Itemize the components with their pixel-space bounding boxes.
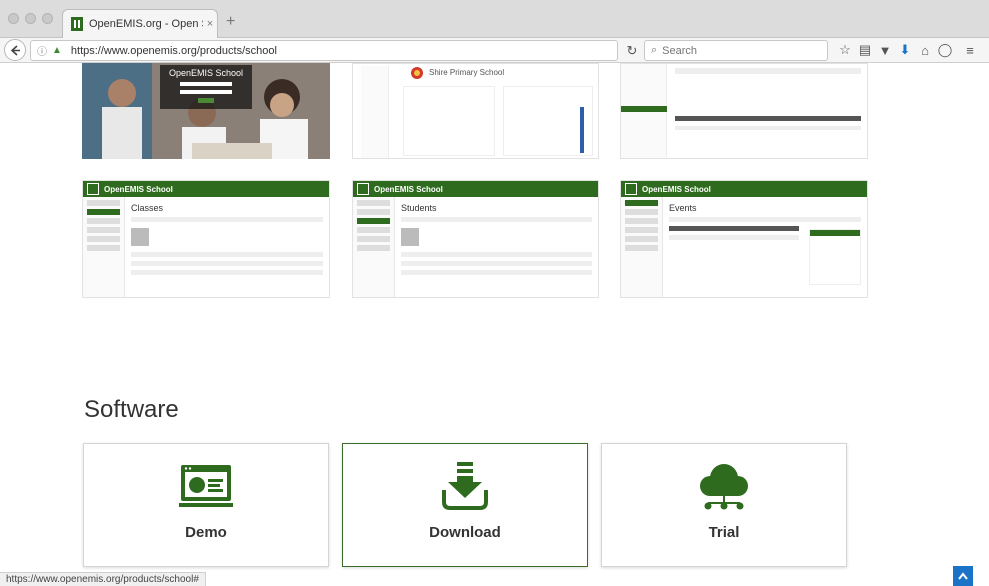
address-bar[interactable]: ⓘ ▲ https://www.openemis.org/products/sc…	[30, 40, 618, 61]
students-sidebar	[353, 197, 395, 297]
login-username-field	[180, 82, 232, 86]
download-label: Download	[429, 524, 501, 541]
chevron-up-icon	[958, 572, 968, 580]
openemis-logo-icon	[625, 183, 637, 195]
window-zoom-button[interactable]	[42, 13, 53, 24]
profile-chart-bar	[580, 107, 584, 153]
back-button[interactable]	[4, 39, 26, 61]
events-screenshot[interactable]: OpenEMIS School Events	[620, 180, 868, 298]
browser-navbar: ⓘ ▲ https://www.openemis.org/products/sc…	[0, 38, 989, 63]
classes-screenshot[interactable]: OpenEMIS School Classes	[82, 180, 330, 298]
students-header: OpenEMIS School	[353, 181, 598, 197]
profile-chart-panel	[503, 86, 593, 156]
login-password-field	[180, 90, 232, 94]
reading-list-icon[interactable]: ▤	[857, 42, 873, 58]
settings-screenshot[interactable]	[620, 63, 868, 159]
tab-close-icon[interactable]: ×	[203, 18, 217, 30]
profile-school-name: Shire Primary School	[429, 68, 505, 77]
demo-label: Demo	[185, 524, 227, 541]
download-card[interactable]: Download	[342, 443, 588, 567]
browser-titlebar: OpenEMIS.org - Open Sour... × +	[0, 0, 989, 38]
students-title: Students	[401, 203, 437, 213]
students-screenshot[interactable]: OpenEMIS School Students	[352, 180, 599, 298]
students-brand: OpenEMIS School	[374, 184, 443, 194]
student-avatar-icon	[401, 228, 419, 246]
search-bar[interactable]: ⌕	[644, 40, 828, 61]
events-sidebar	[621, 197, 663, 297]
students-body: Students	[401, 203, 592, 291]
downloads-icon[interactable]: ⬇	[897, 42, 913, 58]
openemis-logo-icon	[357, 183, 369, 195]
lock-icon[interactable]: ▲	[52, 45, 62, 56]
login-screenshot[interactable]: OpenEMIS School	[82, 63, 330, 159]
monitor-icon	[179, 465, 233, 507]
classes-title: Classes	[131, 203, 164, 213]
settings-sidebar	[621, 64, 667, 158]
download-icon	[442, 462, 488, 510]
openemis-favicon-icon	[71, 17, 83, 31]
window-minimize-button[interactable]	[25, 13, 36, 24]
events-brand: OpenEMIS School	[642, 184, 711, 194]
sync-icon[interactable]: ◯	[937, 42, 953, 58]
classes-brand: OpenEMIS School	[104, 184, 173, 194]
events-header: OpenEMIS School	[621, 181, 867, 197]
login-overlay-title: OpenEMIS School	[168, 68, 244, 78]
back-arrow-icon	[10, 44, 20, 56]
openemis-logo-icon	[87, 183, 99, 195]
login-overlay: OpenEMIS School	[160, 65, 252, 109]
pocket-icon[interactable]: ▼	[877, 42, 893, 58]
search-input[interactable]	[662, 44, 813, 57]
status-bar: https://www.openemis.org/products/school…	[0, 572, 206, 586]
new-tab-button[interactable]: +	[226, 13, 235, 31]
login-button	[198, 98, 214, 103]
window-close-button[interactable]	[8, 13, 19, 24]
home-icon[interactable]: ⌂	[917, 42, 933, 58]
search-icon: ⌕	[651, 44, 658, 56]
profile-screenshot[interactable]: Shire Primary School	[352, 63, 599, 159]
events-calendar	[809, 229, 861, 285]
profile-info-table	[403, 86, 495, 156]
demo-card[interactable]: Demo	[83, 443, 329, 567]
events-title: Events	[669, 203, 697, 213]
tab-title: OpenEMIS.org - Open Sour...	[89, 18, 203, 30]
trial-card[interactable]: Trial	[601, 443, 847, 567]
info-icon[interactable]: ⓘ	[37, 43, 47, 58]
classes-header: OpenEMIS School	[83, 181, 329, 197]
events-body: Events	[669, 203, 861, 291]
profile-sidebar	[361, 66, 389, 158]
menu-icon[interactable]: ≡	[962, 42, 978, 58]
classes-sidebar	[83, 197, 125, 297]
school-crest-icon	[411, 67, 423, 79]
scroll-to-top-button[interactable]	[953, 566, 973, 586]
bookmark-star-icon[interactable]: ☆	[837, 42, 853, 58]
browser-tab[interactable]: OpenEMIS.org - Open Sour... ×	[62, 9, 218, 38]
reload-icon[interactable]: ↻	[621, 40, 643, 61]
classes-body: Classes	[131, 203, 323, 291]
url-text: https://www.openemis.org/products/school	[70, 44, 277, 57]
classes-placeholder-icon	[131, 228, 149, 246]
software-section-title: Software	[84, 396, 179, 423]
cloud-icon	[700, 464, 748, 510]
trial-label: Trial	[708, 524, 740, 541]
